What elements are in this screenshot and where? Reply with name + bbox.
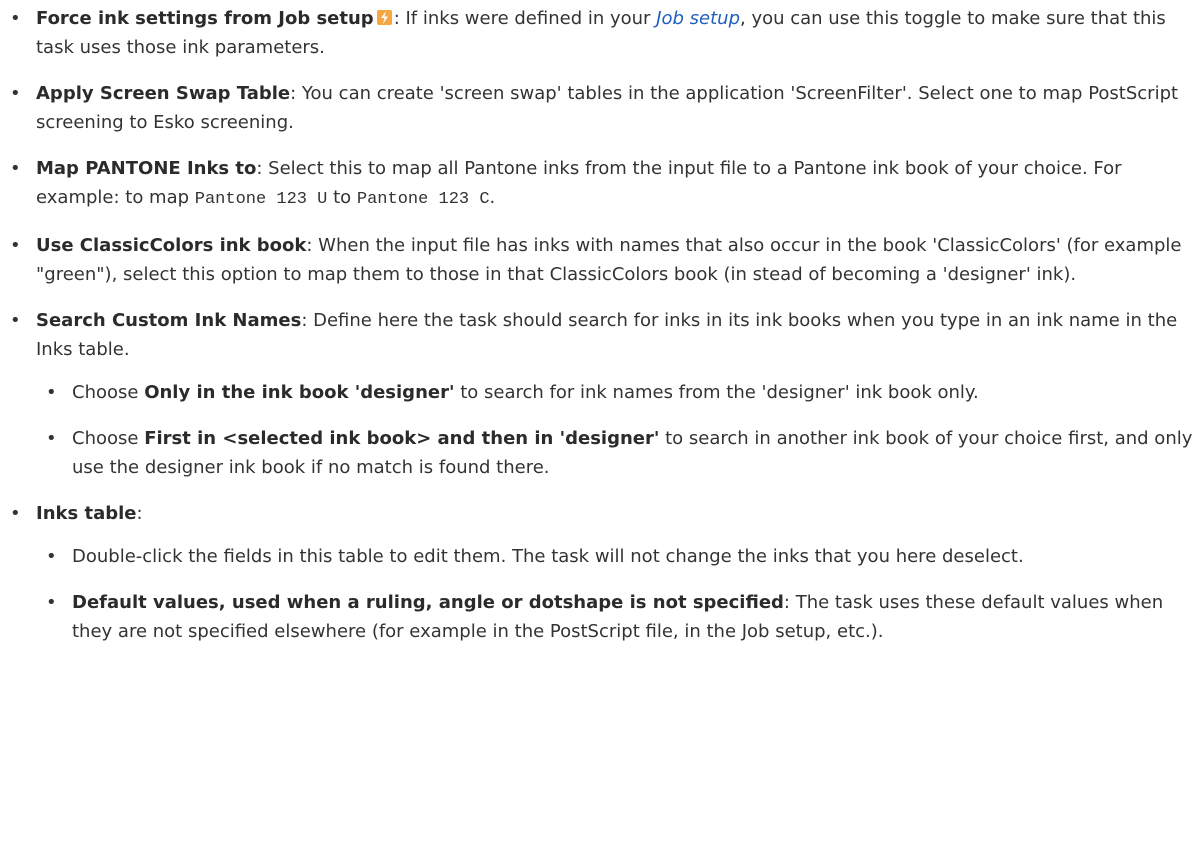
option-title: Search Custom Ink Names (36, 310, 302, 331)
bullet: • (10, 8, 21, 29)
job-setup-link[interactable]: Job setup (656, 8, 740, 29)
bullet: • (10, 83, 21, 104)
sub-text: Choose (72, 428, 145, 449)
bullet: • (10, 503, 21, 524)
bullet: • (46, 382, 57, 403)
bullet: • (46, 546, 57, 567)
list-item-inks-table: • Inks table: • Double-click the fields … (0, 499, 1193, 646)
option-title: Use ClassicColors ink book (36, 235, 307, 256)
sub-text: Double-click the fields in this table to… (72, 546, 1024, 567)
lightning-bolt-icon (376, 10, 392, 25)
bullet: • (46, 592, 57, 613)
option-list: • Force ink settings from Job setup : If … (0, 4, 1193, 646)
code-sample: Pantone 123 C (356, 190, 490, 209)
code-sample: Pantone 123 U (194, 190, 328, 209)
option-title: Inks table (36, 503, 137, 524)
option-text: : If inks were defined in your (393, 8, 657, 29)
document-body: • Force ink settings from Job setup : If … (0, 0, 1193, 663)
sub-list: • Choose Only in the ink book 'designer'… (36, 378, 1193, 482)
bullet: • (10, 310, 21, 331)
option-text: : (136, 503, 143, 524)
choice-title: Default values, used when a ruling, angl… (72, 592, 784, 613)
list-item-classiccolors: • Use ClassicColors ink book: When the i… (0, 231, 1193, 289)
sub-list-item: • Choose First in <selected ink book> an… (36, 424, 1193, 482)
list-item-force-ink-settings: • Force ink settings from Job setup : If … (0, 4, 1193, 62)
bullet: • (46, 428, 57, 449)
bullet: • (10, 235, 21, 256)
list-item-search-custom-ink-names: • Search Custom Ink Names: Define here t… (0, 306, 1193, 482)
list-item-apply-screen-swap: • Apply Screen Swap Table: You can creat… (0, 79, 1193, 137)
option-title: Force ink settings from Job setup (36, 8, 374, 29)
option-title: Map PANTONE Inks to (36, 158, 257, 179)
sub-list-item: • Double-click the fields in this table … (36, 542, 1193, 571)
list-item-map-pantone: • Map PANTONE Inks to: Select this to ma… (0, 154, 1193, 214)
option-text: . (489, 187, 496, 208)
sub-list-item: • Default values, used when a ruling, an… (36, 588, 1193, 646)
option-text: to (327, 187, 357, 208)
choice-title: First in <selected ink book> and then in… (144, 428, 660, 449)
bullet: • (10, 158, 21, 179)
sub-text: Choose (72, 382, 145, 403)
choice-title: Only in the ink book 'designer' (144, 382, 455, 403)
sub-text: to search for ink names from the 'design… (454, 382, 979, 403)
sub-list-item: • Choose Only in the ink book 'designer'… (36, 378, 1193, 407)
sub-list: • Double-click the fields in this table … (36, 542, 1193, 646)
option-title: Apply Screen Swap Table (36, 83, 291, 104)
